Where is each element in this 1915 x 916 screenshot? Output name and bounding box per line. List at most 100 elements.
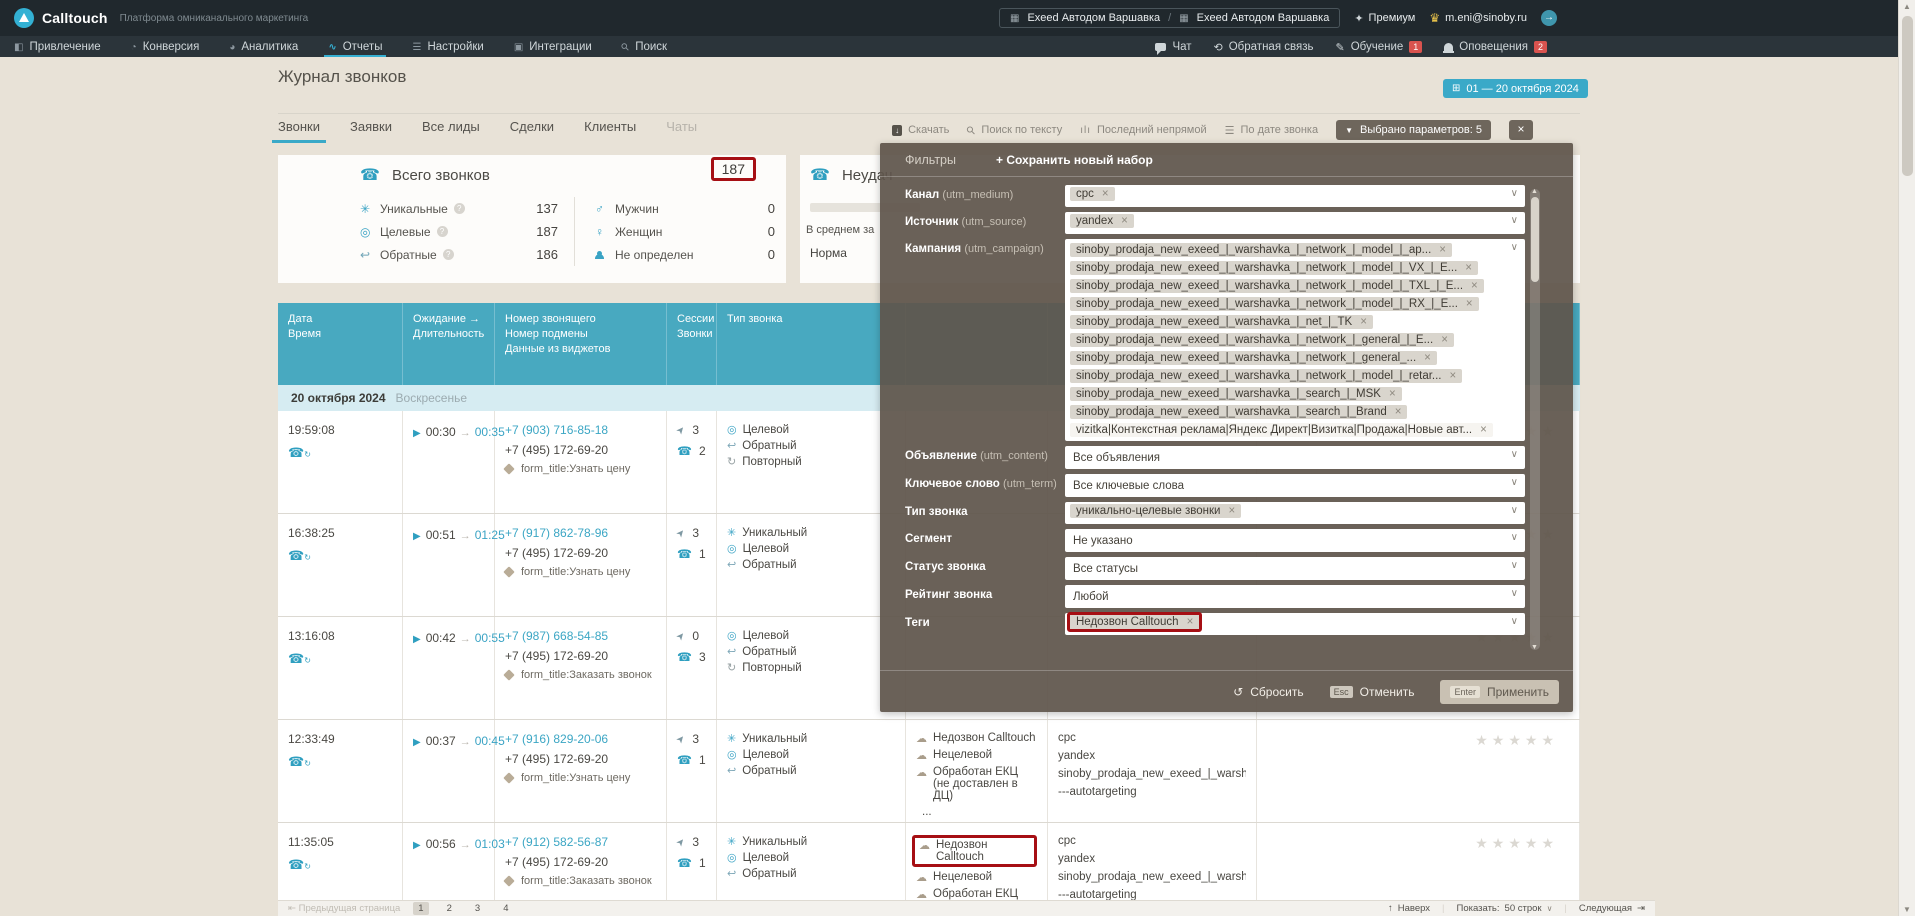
- chevron-down-icon[interactable]: ∨: [1511, 616, 1518, 627]
- toolbar-item[interactable]: Последний непрямой: [1080, 124, 1206, 136]
- star-icon[interactable]: ★: [1492, 732, 1505, 810]
- keyword-select[interactable]: Все ключевые слова ∨: [1065, 474, 1525, 497]
- star-icon[interactable]: ★: [1525, 835, 1538, 900]
- premium-link[interactable]: ✦ Премиум: [1354, 12, 1415, 25]
- remove-chip-icon[interactable]: ×: [1441, 334, 1448, 346]
- tag-item[interactable]: Недозвон Calltouch: [912, 835, 1037, 867]
- nav-item[interactable]: Отчеты: [328, 36, 382, 58]
- caller-number[interactable]: +7 (987) 668-54-85: [505, 629, 656, 643]
- star-icon[interactable]: ★: [1508, 732, 1521, 810]
- header-sessions[interactable]: СессииЗвонки: [667, 303, 717, 385]
- star-icon[interactable]: ★: [1492, 835, 1505, 900]
- chat-button[interactable]: Чат: [1155, 41, 1191, 53]
- table-row[interactable]: 11:35:05 ☎↻ ▶00:56→01:03 +7 (912) 582-56…: [278, 823, 1580, 900]
- nav-item[interactable]: Поиск: [622, 36, 667, 58]
- scroll-down-icon[interactable]: ▼: [1531, 644, 1538, 651]
- play-record-icon[interactable]: ▶: [413, 737, 421, 748]
- chevron-down-icon[interactable]: ∨: [1511, 242, 1518, 253]
- scroll-to-top-button[interactable]: ↑Наверх: [1388, 903, 1430, 914]
- nav-item[interactable]: Привлечение: [14, 36, 101, 58]
- remove-chip-icon[interactable]: ×: [1395, 406, 1402, 418]
- remove-chip-icon[interactable]: ×: [1389, 388, 1396, 400]
- filter-chip[interactable]: sinoby_prodaja_new_exeed_|_warshavka_|_s…: [1070, 387, 1402, 401]
- table-row[interactable]: 12:33:49 ☎↻ ▶00:37→00:45 +7 (916) 829-20…: [278, 720, 1580, 823]
- ad-select[interactable]: Все объявления ∨: [1065, 446, 1525, 469]
- remove-chip-icon[interactable]: ×: [1439, 244, 1446, 256]
- toolbar-item[interactable]: Поиск по тексту: [967, 124, 1062, 137]
- scrollbar-thumb[interactable]: [1902, 16, 1913, 176]
- calltouch-logo-icon[interactable]: [14, 8, 34, 28]
- help-icon[interactable]: ?: [443, 249, 454, 260]
- remove-chip-icon[interactable]: ×: [1102, 188, 1109, 200]
- play-record-icon[interactable]: ▶: [413, 428, 421, 439]
- chevron-down-icon[interactable]: ∨: [1511, 560, 1518, 571]
- rows-per-page-select[interactable]: Показать: 50 строк ∨: [1457, 903, 1553, 914]
- toolbar-item[interactable]: Скачать: [892, 124, 949, 136]
- chevron-down-icon[interactable]: ∨: [1511, 188, 1518, 199]
- toolbar-item[interactable]: По дате звонка: [1225, 124, 1318, 137]
- filter-chip[interactable]: sinoby_prodaja_new_exeed_|_warshavka_|_n…: [1070, 243, 1452, 257]
- star-icon[interactable]: ★: [1541, 732, 1554, 810]
- play-record-icon[interactable]: ▶: [413, 531, 421, 542]
- filter-chip[interactable]: sinoby_prodaja_new_exeed_|_warshavka_|_n…: [1070, 333, 1454, 347]
- training-button[interactable]: Обучение 1: [1335, 41, 1422, 54]
- remove-chip-icon[interactable]: ×: [1187, 616, 1194, 628]
- nav-item[interactable]: Интеграции: [514, 36, 592, 58]
- feedback-button[interactable]: Обратная связь: [1214, 41, 1314, 54]
- caller-number[interactable]: +7 (917) 862-78-96: [505, 526, 656, 540]
- scroll-up-icon[interactable]: ▲: [1903, 2, 1911, 11]
- tag-item[interactable]: ...: [916, 806, 1037, 818]
- tag-item[interactable]: Нецелевой: [916, 871, 1037, 884]
- filter-chip[interactable]: уникально-целевые звонки×: [1070, 504, 1241, 518]
- logout-icon[interactable]: →: [1541, 10, 1557, 26]
- remove-chip-icon[interactable]: ×: [1466, 298, 1473, 310]
- remove-chip-icon[interactable]: ×: [1480, 424, 1487, 436]
- scroll-down-icon[interactable]: ▼: [1903, 905, 1911, 914]
- tab[interactable]: Все лиды: [422, 119, 480, 143]
- notifications-button[interactable]: Оповещения 2: [1444, 41, 1547, 53]
- header-numbers[interactable]: Номер звонящегоНомер подменыДанные из ви…: [495, 303, 667, 385]
- reset-filters-button[interactable]: ↺ Сбросить: [1233, 685, 1303, 699]
- tab[interactable]: Сделки: [510, 119, 554, 143]
- tag-item[interactable]: Недозвон Calltouch: [916, 732, 1037, 745]
- cancel-button[interactable]: Esc Отменить: [1330, 685, 1415, 699]
- scrollbar-thumb[interactable]: [1531, 197, 1539, 282]
- tag-item[interactable]: Нецелевой: [916, 749, 1037, 762]
- account-primary[interactable]: Exeed Автодом Варшавка: [1027, 12, 1160, 24]
- apply-button[interactable]: Enter Применить: [1440, 680, 1559, 704]
- chevron-down-icon[interactable]: ∨: [1511, 532, 1518, 543]
- page-number-button[interactable]: 3: [470, 902, 485, 915]
- remove-chip-icon[interactable]: ×: [1471, 280, 1478, 292]
- tags-select[interactable]: Недозвон Calltouch× ∨: [1065, 613, 1525, 635]
- chevron-down-icon[interactable]: ∨: [1511, 449, 1518, 460]
- save-filter-set-button[interactable]: + Сохранить новый набор: [996, 153, 1153, 167]
- header-call-type[interactable]: Тип звонка: [717, 303, 906, 385]
- source-select[interactable]: yandex× ∨: [1065, 212, 1525, 234]
- filter-chip[interactable]: sinoby_prodaja_new_exeed_|_warshavka_|_n…: [1070, 279, 1484, 293]
- filter-chip[interactable]: sinoby_prodaja_new_exeed_|_warshavka_|_n…: [1070, 369, 1462, 383]
- filter-chip[interactable]: yandex×: [1070, 214, 1134, 228]
- prev-page-button[interactable]: ⇤ Предыдущая страница: [288, 903, 400, 914]
- scroll-up-icon[interactable]: ▲: [1531, 188, 1538, 195]
- remove-chip-icon[interactable]: ×: [1450, 370, 1457, 382]
- star-icon[interactable]: ★: [1475, 732, 1488, 810]
- caller-number[interactable]: +7 (903) 716-85-18: [505, 423, 656, 437]
- caller-number[interactable]: +7 (916) 829-20-06: [505, 732, 656, 746]
- nav-item[interactable]: Настройки: [412, 36, 483, 58]
- remove-chip-icon[interactable]: ×: [1121, 215, 1128, 227]
- help-icon[interactable]: ?: [454, 203, 465, 214]
- call-type-select[interactable]: уникально-целевые звонки× ∨: [1065, 502, 1525, 524]
- logo-text[interactable]: Calltouch: [42, 10, 108, 26]
- tag-item[interactable]: Обработан ЕКЦ (не доставлен в ДЦ): [916, 766, 1037, 802]
- account-secondary[interactable]: Exeed Автодом Варшавка: [1197, 12, 1330, 24]
- page-number-button[interactable]: 1: [413, 902, 428, 915]
- chevron-down-icon[interactable]: ∨: [1511, 588, 1518, 599]
- chevron-down-icon[interactable]: ∨: [1511, 215, 1518, 226]
- remove-chip-icon[interactable]: ×: [1360, 316, 1367, 328]
- chevron-down-icon[interactable]: ∨: [1511, 505, 1518, 516]
- close-filters-button[interactable]: ×: [1509, 120, 1533, 140]
- star-icon[interactable]: ★: [1525, 732, 1538, 810]
- filter-chip[interactable]: sinoby_prodaja_new_exeed_|_warshavka_|_n…: [1070, 261, 1478, 275]
- channel-select[interactable]: cpc× ∨: [1065, 185, 1525, 207]
- tag-item[interactable]: Обработан ЕКЦ (не доставлен в ДЦ): [916, 888, 1037, 900]
